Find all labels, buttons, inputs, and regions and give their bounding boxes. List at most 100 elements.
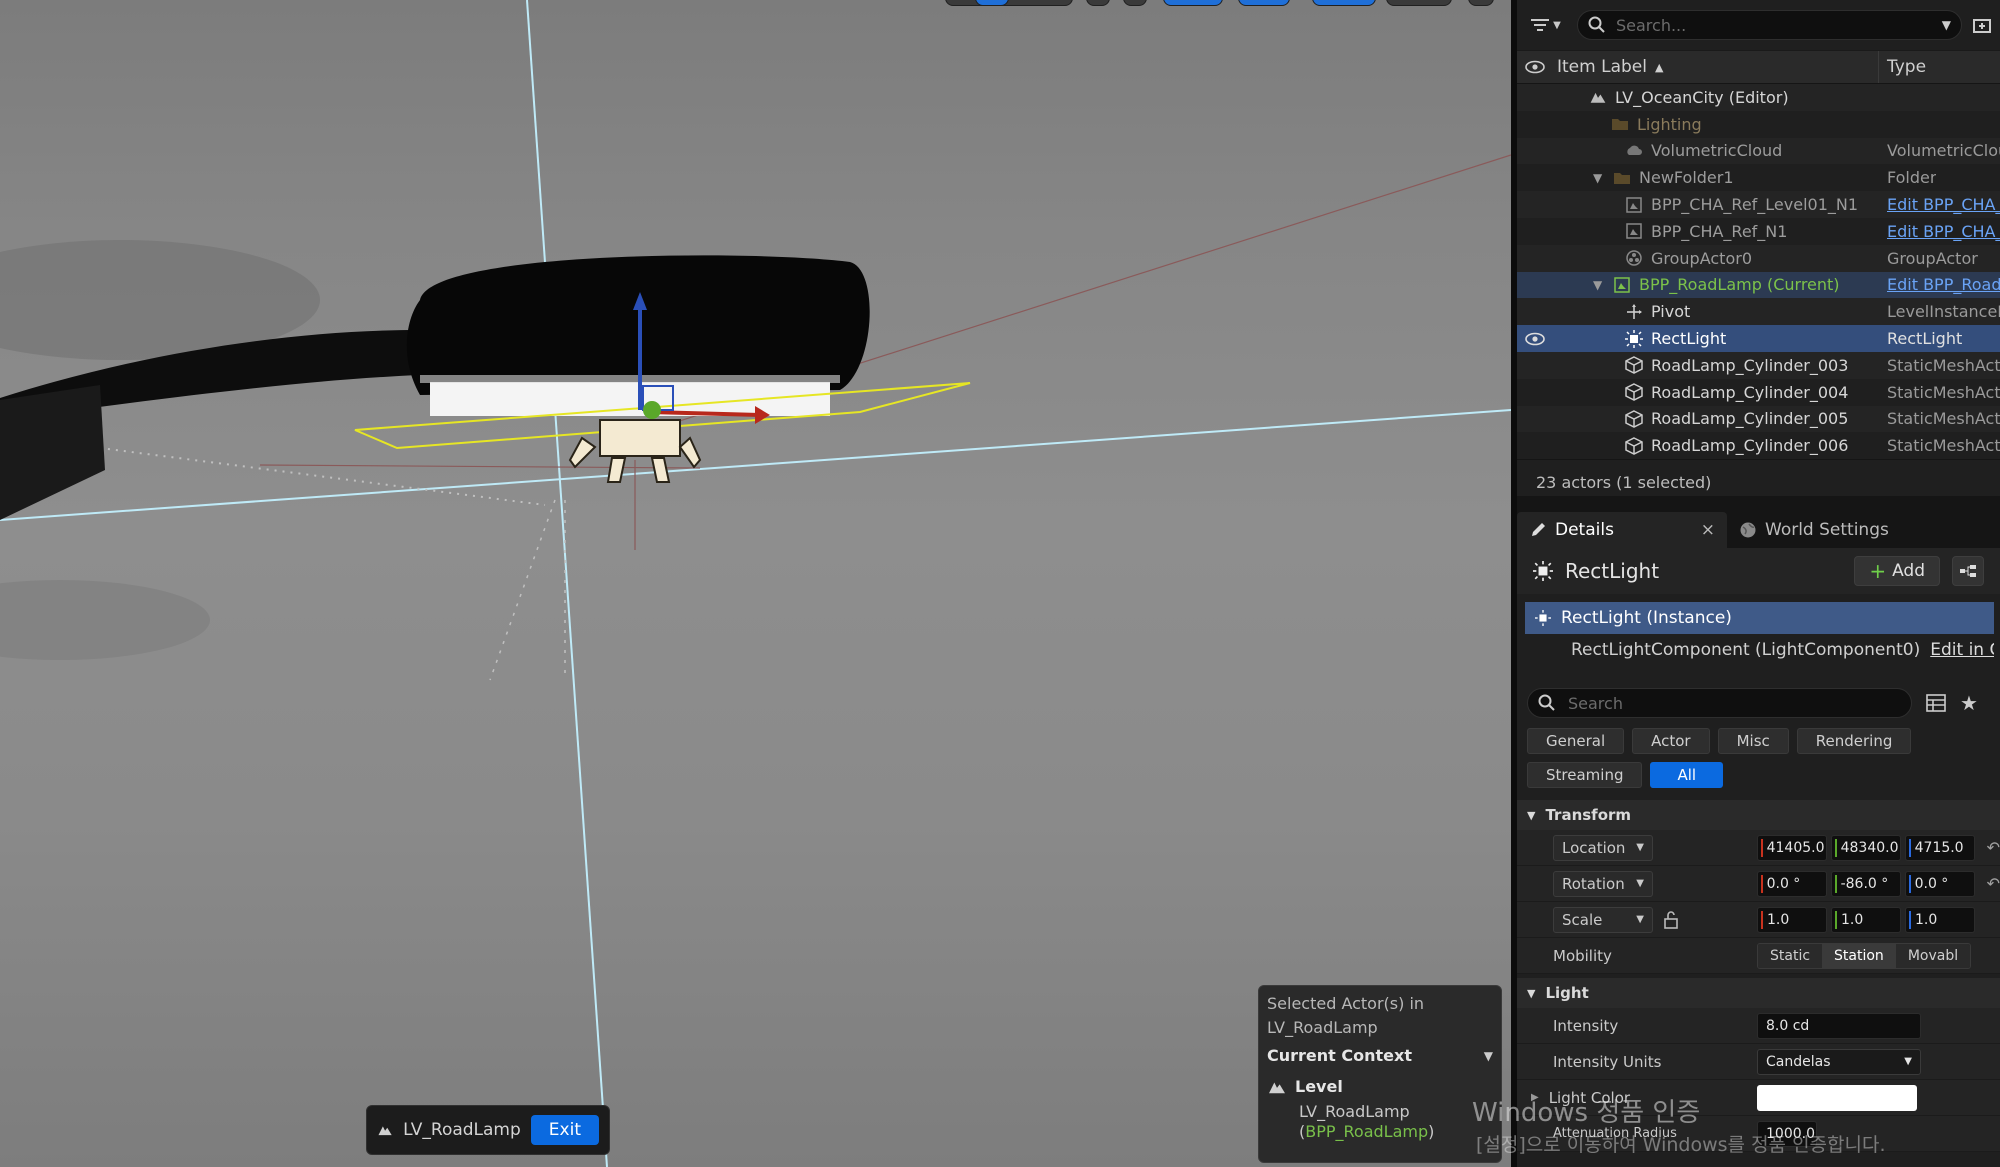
search-icon: [1538, 694, 1555, 711]
rotation-z-field[interactable]: 0.0 °: [1904, 870, 1975, 897]
table-view-icon[interactable]: [1926, 694, 1946, 712]
filter-streaming[interactable]: Streaming: [1527, 762, 1643, 788]
rotation-dropdown[interactable]: Rotation ▼: [1553, 870, 1653, 897]
visibility-column[interactable]: [1517, 60, 1553, 74]
filter-rendering[interactable]: Rendering: [1796, 728, 1912, 754]
component-row-rectlight[interactable]: RectLightComponent (LightComponent0) Edi…: [1525, 634, 1994, 666]
intensity-field[interactable]: 8.0 cd: [1757, 1012, 1921, 1039]
row-type-link[interactable]: Edit BPP_Road: [1879, 275, 2000, 294]
row-label: BPP_CHA_Ref_Level01_N1: [1651, 195, 1859, 215]
location-dropdown[interactable]: Location ▼: [1553, 834, 1653, 861]
selected-actors-title-line1: Selected Actor(s) in: [1267, 994, 1425, 1013]
mobility-movable[interactable]: Movabl: [1895, 943, 1971, 968]
row-type-link[interactable]: Edit BPP_CHA_: [1879, 195, 2000, 214]
details-search-input[interactable]: Search: [1527, 688, 1912, 718]
outliner-row-actor[interactable]: BPP_CHA_Ref_Level01_N1 Edit BPP_CHA_: [1517, 191, 2000, 218]
edit-in-cpp-link[interactable]: Edit in C++: [1930, 640, 1994, 660]
filter-all[interactable]: All: [1650, 762, 1724, 788]
outliner-row-actor[interactable]: RoadLamp_Cylinder_006 StaticMeshAct: [1517, 432, 2000, 460]
outliner-row-folder[interactable]: ▼ NewFolder1 Folder: [1517, 164, 2000, 192]
mobility-stationary[interactable]: Station: [1822, 943, 1896, 968]
scale-y-field[interactable]: 1.0: [1831, 906, 1901, 933]
type-column[interactable]: Type: [1879, 57, 1926, 77]
outliner-row-actor[interactable]: BPP_CHA_Ref_N1 Edit BPP_CHA_: [1517, 217, 2000, 245]
outliner-row-selected[interactable]: RectLight RectLight: [1517, 325, 2000, 352]
item-label-column[interactable]: Item Label ▲: [1553, 51, 1879, 83]
add-component-button[interactable]: + Add: [1854, 556, 1940, 586]
row-label: LV_OceanCity (Editor): [1615, 87, 1789, 107]
viewport-toolbar-group[interactable]: [945, 0, 1073, 6]
component-row-instance[interactable]: RectLight (Instance): [1525, 602, 1994, 634]
location-z-field[interactable]: 4715.0: [1904, 834, 1975, 861]
viewport-toolbar-button[interactable]: [1386, 0, 1452, 6]
outliner-row-folder[interactable]: Lighting: [1517, 110, 2000, 138]
outliner-row-actor[interactable]: RoadLamp_Cylinder_003 StaticMeshAct: [1517, 351, 2000, 379]
outliner-row-actor[interactable]: RoadLamp_Cylinder_004 StaticMeshAct: [1517, 378, 2000, 406]
level-instance-edit-bar: LV_RoadLamp Exit: [366, 1105, 610, 1155]
filter-misc[interactable]: Misc: [1717, 728, 1789, 754]
item-label-header: Item Label: [1557, 57, 1647, 77]
light-color-swatch[interactable]: [1757, 1084, 1917, 1111]
reset-icon[interactable]: ↶: [1987, 874, 2000, 893]
rotation-y-field[interactable]: -86.0 °: [1830, 870, 1901, 897]
current-context-header[interactable]: Current Context ▼: [1267, 1046, 1493, 1065]
chevron-down-icon: ▼: [1636, 878, 1644, 889]
scale-z-value: 1.0: [1915, 911, 1938, 928]
outliner-row-actor[interactable]: GroupActor0 GroupActor: [1517, 244, 2000, 272]
location-x-field[interactable]: 41405.0: [1756, 834, 1827, 861]
viewport-snap-toggle[interactable]: [1312, 0, 1376, 6]
reset-icon[interactable]: ↶: [1987, 838, 2000, 857]
collapse-arrow-icon: ▼: [1527, 808, 1536, 822]
star-icon[interactable]: ★: [1960, 691, 1978, 715]
rect-light-icon: [1625, 329, 1643, 348]
intensity-label: Intensity: [1553, 1016, 1619, 1035]
level-viewport[interactable]: LV_RoadLamp Exit Selected Actor(s) in LV…: [0, 0, 1511, 1167]
outliner-row-actor[interactable]: VolumetricCloud VolumetricCloud: [1517, 137, 2000, 165]
filter-icon: [1531, 19, 1550, 31]
scale-z-field[interactable]: 1.0: [1905, 906, 1975, 933]
expand-arrow-icon[interactable]: ▶: [1531, 1092, 1539, 1103]
scale-x-field[interactable]: 1.0: [1757, 906, 1827, 933]
level-icon: [1269, 1082, 1285, 1093]
transform-section-header[interactable]: ▼ Transform: [1517, 800, 2000, 830]
outliner-search-input[interactable]: Search... ▼: [1577, 10, 1962, 40]
outliner-row-level-instance-current[interactable]: ▼ BPP_RoadLamp (Current) Edit BPP_Road: [1517, 271, 2000, 299]
close-tab-button[interactable]: ×: [1701, 520, 1715, 540]
scale-dropdown[interactable]: Scale ▼: [1553, 906, 1653, 933]
expand-arrow-icon[interactable]: ▼: [1593, 171, 1605, 185]
filter-actor[interactable]: Actor: [1632, 728, 1710, 754]
filter-general[interactable]: General: [1527, 728, 1625, 754]
location-label: Location: [1562, 838, 1626, 857]
viewport-toolbar-toggle[interactable]: [975, 0, 1009, 6]
expand-arrow-icon[interactable]: ▼: [1593, 278, 1605, 292]
scale-y-value: 1.0: [1841, 911, 1864, 928]
context-level-name: LV_RoadLamp: [1299, 1102, 1410, 1121]
tab-details[interactable]: Details ×: [1517, 512, 1727, 548]
tab-world-settings[interactable]: World Settings: [1727, 512, 1901, 548]
row-label: Lighting: [1637, 114, 1702, 134]
outliner-row-actor[interactable]: RoadLamp_Cylinder_005 StaticMeshAct: [1517, 405, 2000, 433]
chevron-down-icon[interactable]: ▼: [1942, 18, 1951, 32]
outliner-row-actor[interactable]: Pivot LevelInstanceP: [1517, 298, 2000, 326]
viewport-snap-toggle[interactable]: [1238, 0, 1290, 6]
intensity-units-dropdown[interactable]: Candelas ▼: [1757, 1048, 1921, 1075]
visibility-toggle[interactable]: [1517, 332, 1553, 346]
exit-button[interactable]: Exit: [530, 1115, 599, 1145]
rotation-x-field[interactable]: 0.0 °: [1756, 870, 1827, 897]
viewport-snap-toggle[interactable]: [1163, 0, 1223, 6]
light-section-header[interactable]: ▼ Light: [1517, 978, 2000, 1008]
attenuation-radius-field[interactable]: 1000.0: [1757, 1120, 1817, 1147]
row-type-link[interactable]: Edit BPP_CHA_: [1879, 222, 2000, 241]
outliner-row-level[interactable]: LV_OceanCity (Editor): [1517, 84, 2000, 111]
level-icon: [378, 1126, 392, 1136]
row-label: GroupActor0: [1651, 248, 1752, 268]
lock-icon[interactable]: [1663, 910, 1679, 929]
add-folder-icon[interactable]: [1972, 15, 1992, 35]
location-y-field[interactable]: 48340.0: [1830, 834, 1901, 861]
instance-label: RectLight (Instance): [1561, 608, 1732, 628]
filter-button[interactable]: ▼: [1525, 10, 1567, 40]
blueprint-button[interactable]: [1952, 556, 1984, 586]
actor-name[interactable]: RectLight: [1565, 559, 1659, 583]
level-instance-icon: [1626, 223, 1642, 240]
mobility-static[interactable]: Static: [1758, 943, 1823, 968]
